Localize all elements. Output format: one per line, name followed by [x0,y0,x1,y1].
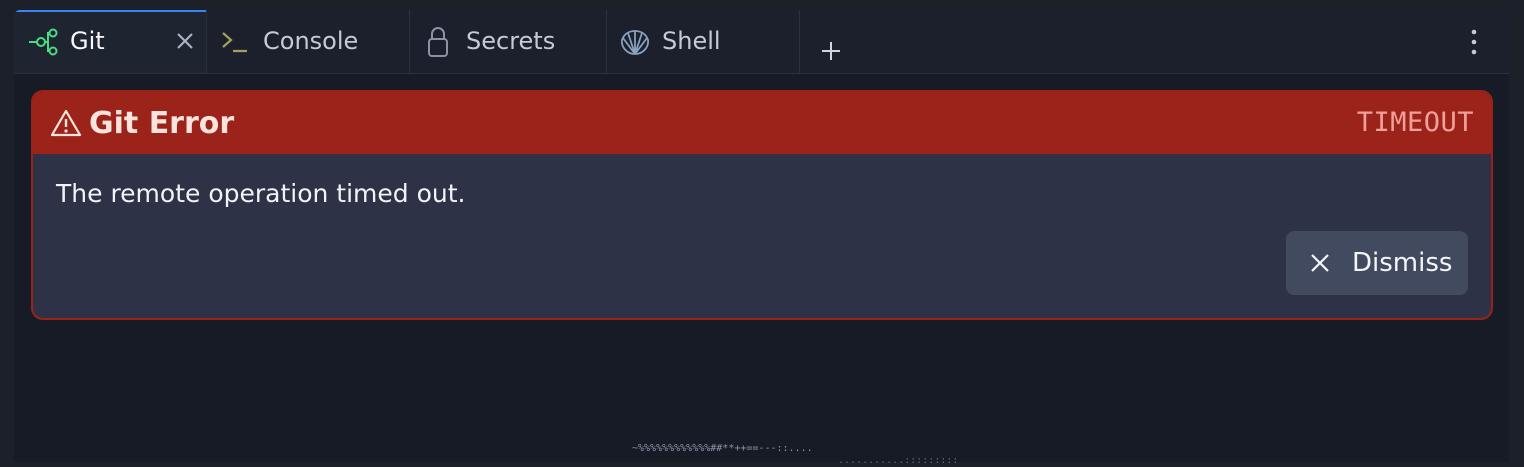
git-error-card: Git Error TIMEOUT The remote operation t… [31,90,1493,320]
tab-console-label: Console [263,27,359,55]
tab-secrets-label: Secrets [466,27,556,55]
shell-icon [619,27,651,57]
dismiss-button[interactable]: Dismiss [1286,231,1468,295]
ascii-art-line: ...........::::::::: [838,455,959,466]
lock-icon [426,26,450,58]
error-title: Git Error [89,106,235,141]
tab-shell[interactable]: Shell [607,10,800,73]
kebab-icon[interactable] [1467,27,1481,57]
tab-shell-label: Shell [662,27,721,55]
warning-icon [50,108,82,138]
plus-icon[interactable] [820,40,842,62]
ascii-art-line: ~%%%%%%%%%%%%##**++==---::.... [632,443,813,454]
tab-bar: Git Console Secrets Shell [14,10,1509,74]
tab-git[interactable]: Git [14,10,207,73]
git-branch-icon [28,28,58,56]
error-code: TIMEOUT [1356,107,1474,138]
close-icon [1309,252,1331,274]
tab-console[interactable]: Console [207,10,410,73]
error-message: The remote operation timed out. [56,179,466,208]
close-icon[interactable] [175,31,195,51]
terminal-icon [221,29,249,55]
tab-secrets[interactable]: Secrets [410,10,607,73]
tab-git-label: Git [70,27,105,55]
error-header: Git Error TIMEOUT [33,92,1491,154]
dismiss-label: Dismiss [1352,248,1453,278]
